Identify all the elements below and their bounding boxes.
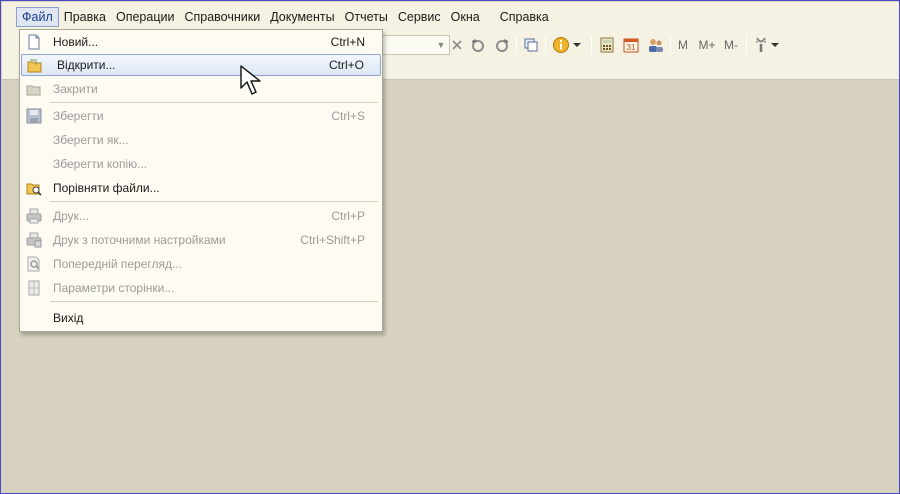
menu-item-label: Вихід <box>53 311 84 325</box>
menu-item-new[interactable]: Новий... Ctrl+N <box>21 31 381 53</box>
combo-dropdown-icon[interactable]: ▼ <box>435 39 447 51</box>
page-setup-icon <box>26 280 42 296</box>
clear-icon[interactable] <box>450 35 464 55</box>
menu-item-close[interactable]: Закрити <box>21 78 381 100</box>
menu-item-print-preview[interactable]: Попередній перегляд... <box>21 253 381 275</box>
search-next-icon[interactable] <box>492 35 512 55</box>
close-file-icon <box>26 81 42 97</box>
menu-operations[interactable]: Операции <box>111 8 179 26</box>
open-folder-icon <box>27 58 43 74</box>
toolbar-separator <box>746 36 747 54</box>
menu-item-shortcut: Ctrl+P <box>331 209 365 223</box>
menu-item-label: Параметри сторінки... <box>53 281 175 295</box>
info-dropdown-icon[interactable] <box>572 35 582 55</box>
menu-item-save-copy[interactable]: Зберегти копію... <box>21 153 381 175</box>
menu-item-label: Відкрити... <box>57 58 116 72</box>
tools-dropdown-icon[interactable] <box>770 35 780 55</box>
menu-reports[interactable]: Отчеты <box>340 8 393 26</box>
menu-edit[interactable]: Правка <box>59 8 111 26</box>
menu-item-label: Зберегти <box>53 109 104 123</box>
menu-item-exit[interactable]: Вихід <box>21 307 381 329</box>
print-current-icon <box>26 232 42 248</box>
main-menubar: Файл Правка Операции Справочники Докумен… <box>2 2 899 32</box>
menu-file[interactable]: Файл <box>16 7 59 27</box>
menu-separator <box>50 301 378 302</box>
save-icon <box>26 108 42 124</box>
memory-minus-button[interactable]: M- <box>720 35 742 55</box>
print-icon <box>26 208 42 224</box>
users-icon[interactable] <box>646 35 666 55</box>
application-window: Файл Правка Операции Справочники Докумен… <box>0 0 900 494</box>
menu-item-shortcut: Ctrl+S <box>331 109 365 123</box>
menu-item-page-setup[interactable]: Параметри сторінки... <box>21 277 381 299</box>
menu-item-label: Закрити <box>53 82 98 96</box>
menu-item-label: Новий... <box>53 35 99 49</box>
menu-item-label: Зберегти як... <box>53 133 129 147</box>
toolbar-separator <box>591 36 592 54</box>
menu-service[interactable]: Сервис <box>393 8 446 26</box>
mouse-cursor-icon <box>240 65 261 95</box>
menu-windows[interactable]: Окна <box>446 8 485 26</box>
menu-item-shortcut: Ctrl+Shift+P <box>300 233 365 247</box>
info-icon[interactable] <box>550 35 572 55</box>
menu-separator <box>50 201 378 202</box>
toolbar-separator <box>670 36 671 54</box>
menu-item-label: Порівняти файли... <box>53 181 160 195</box>
calendar-icon[interactable]: 31 <box>622 35 640 55</box>
toolbar-separator <box>545 36 546 54</box>
calculator-icon[interactable] <box>598 35 616 55</box>
menu-documents[interactable]: Документы <box>265 8 339 26</box>
file-menu-dropdown: Новий... Ctrl+N Відкрити... Ctrl+O Закри… <box>19 29 383 332</box>
windows-icon[interactable] <box>521 35 541 55</box>
menu-item-compare-files[interactable]: Порівняти файли... <box>21 177 381 199</box>
menu-item-open[interactable]: Відкрити... Ctrl+O <box>21 54 381 76</box>
search-combo[interactable]: ▼ <box>382 35 450 55</box>
tools-icon[interactable] <box>752 35 770 55</box>
menu-item-shortcut: Ctrl+O <box>328 58 364 72</box>
memory-plus-button[interactable]: M+ <box>696 35 718 55</box>
new-document-icon <box>26 34 42 50</box>
menu-item-print-current[interactable]: Друк з поточними настройками Ctrl+Shift+… <box>21 229 381 251</box>
menu-separator <box>50 102 378 103</box>
menu-item-label: Друк з поточними настройками <box>53 233 226 247</box>
menu-item-label: Друк... <box>53 209 89 223</box>
print-preview-icon <box>26 256 42 272</box>
menu-references[interactable]: Справочники <box>179 8 265 26</box>
svg-text:31: 31 <box>627 43 636 52</box>
compare-files-icon <box>26 180 42 196</box>
memory-button[interactable]: M <box>676 35 690 55</box>
menu-help[interactable]: Справка <box>495 8 554 26</box>
menu-item-print[interactable]: Друк... Ctrl+P <box>21 205 381 227</box>
search-prev-icon[interactable] <box>468 35 488 55</box>
toolbar-separator <box>516 36 517 54</box>
menu-item-label: Зберегти копію... <box>53 157 148 171</box>
menu-item-save-as[interactable]: Зберегти як... <box>21 129 381 151</box>
menu-item-shortcut: Ctrl+N <box>330 35 365 49</box>
menu-item-label: Попередній перегляд... <box>53 257 183 271</box>
menu-item-save[interactable]: Зберегти Ctrl+S <box>21 105 381 127</box>
